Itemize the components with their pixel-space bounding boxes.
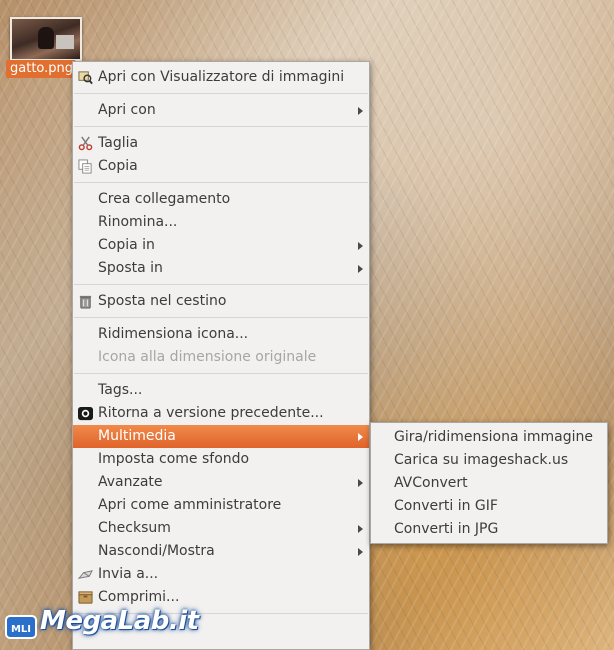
menu-item-restore-icon-size: Icona alla dimensione originale <box>98 349 317 365</box>
submenu-item-avconvert[interactable]: AVConvert <box>371 472 607 495</box>
submenu-item-upload-imageshack[interactable]: Carica su imageshack.us <box>371 449 607 472</box>
image-thumbnail[interactable] <box>10 17 82 61</box>
svg-text:MLI: MLI <box>11 624 31 635</box>
image-viewer-icon <box>78 71 93 85</box>
menu-separator <box>74 182 368 183</box>
submenu-item-rotate-resize[interactable]: Gira/ridimensiona immagine <box>371 426 607 449</box>
menu-item-tags[interactable]: Tags... <box>73 379 369 402</box>
menu-item-cut[interactable]: Taglia <box>73 132 369 155</box>
menu-item-move-to-trash[interactable]: Sposta nel cestino <box>73 290 369 313</box>
camera-icon <box>78 406 93 421</box>
submenu-arrow-icon <box>358 242 363 250</box>
menu-item-copy-to[interactable]: Copia in <box>73 234 369 257</box>
submenu-arrow-icon <box>358 479 363 487</box>
submenu-arrow-icon <box>358 525 363 533</box>
menu-separator <box>74 317 368 318</box>
menu-item-move-to[interactable]: Sposta in <box>73 257 369 280</box>
context-menu: Apri con Visualizzatore di immagini Apri… <box>72 61 370 650</box>
submenu-arrow-icon <box>358 433 363 441</box>
submenu-item-convert-gif[interactable]: Converti in GIF <box>371 495 607 518</box>
menu-item-checksum[interactable]: Checksum <box>73 517 369 540</box>
menu-item-advanced[interactable]: Avanzate <box>73 471 369 494</box>
menu-separator <box>74 126 368 127</box>
menu-item-open-with-image-viewer[interactable]: Apri con Visualizzatore di immagini <box>73 66 369 89</box>
menu-item-revert-version[interactable]: Ritorna a versione precedente... <box>73 402 369 425</box>
copy-icon <box>78 159 92 174</box>
trash-icon <box>79 295 92 309</box>
menu-item-set-wallpaper[interactable]: Imposta come sfondo <box>73 448 369 471</box>
submenu-item-convert-jpg[interactable]: Converti in JPG <box>371 518 607 541</box>
menu-separator <box>74 93 368 94</box>
submenu-arrow-icon <box>358 107 363 115</box>
submenu-arrow-icon <box>358 265 363 273</box>
menu-item-hide-show[interactable]: Nascondi/Mostra <box>73 540 369 563</box>
submenu-arrow-icon <box>358 548 363 556</box>
send-icon <box>78 570 93 579</box>
menu-item-resize-icon[interactable]: Ridimensiona icona... <box>73 323 369 346</box>
menu-item-open-with[interactable]: Apri con <box>73 99 369 122</box>
menu-item-create-link[interactable]: Crea collegamento <box>73 188 369 211</box>
watermark-text: MegaLab.it <box>40 606 199 636</box>
menu-item-send-to[interactable]: Invia a... <box>73 563 369 586</box>
menu-separator <box>74 284 368 285</box>
file-name-label[interactable]: gatto.png <box>6 60 76 78</box>
multimedia-submenu: Gira/ridimensiona immagine Carica su ima… <box>370 422 608 544</box>
menu-item-copy[interactable]: Copia <box>73 155 369 178</box>
megalab-logo-icon: MLI <box>5 615 37 639</box>
menu-item-rename[interactable]: Rinomina... <box>73 211 369 234</box>
menu-item-multimedia[interactable]: Multimedia <box>73 425 369 448</box>
scissors-icon <box>78 136 93 151</box>
menu-item-open-as-admin[interactable]: Apri come amministratore <box>73 494 369 517</box>
menu-separator <box>74 373 368 374</box>
archive-icon <box>78 591 93 604</box>
